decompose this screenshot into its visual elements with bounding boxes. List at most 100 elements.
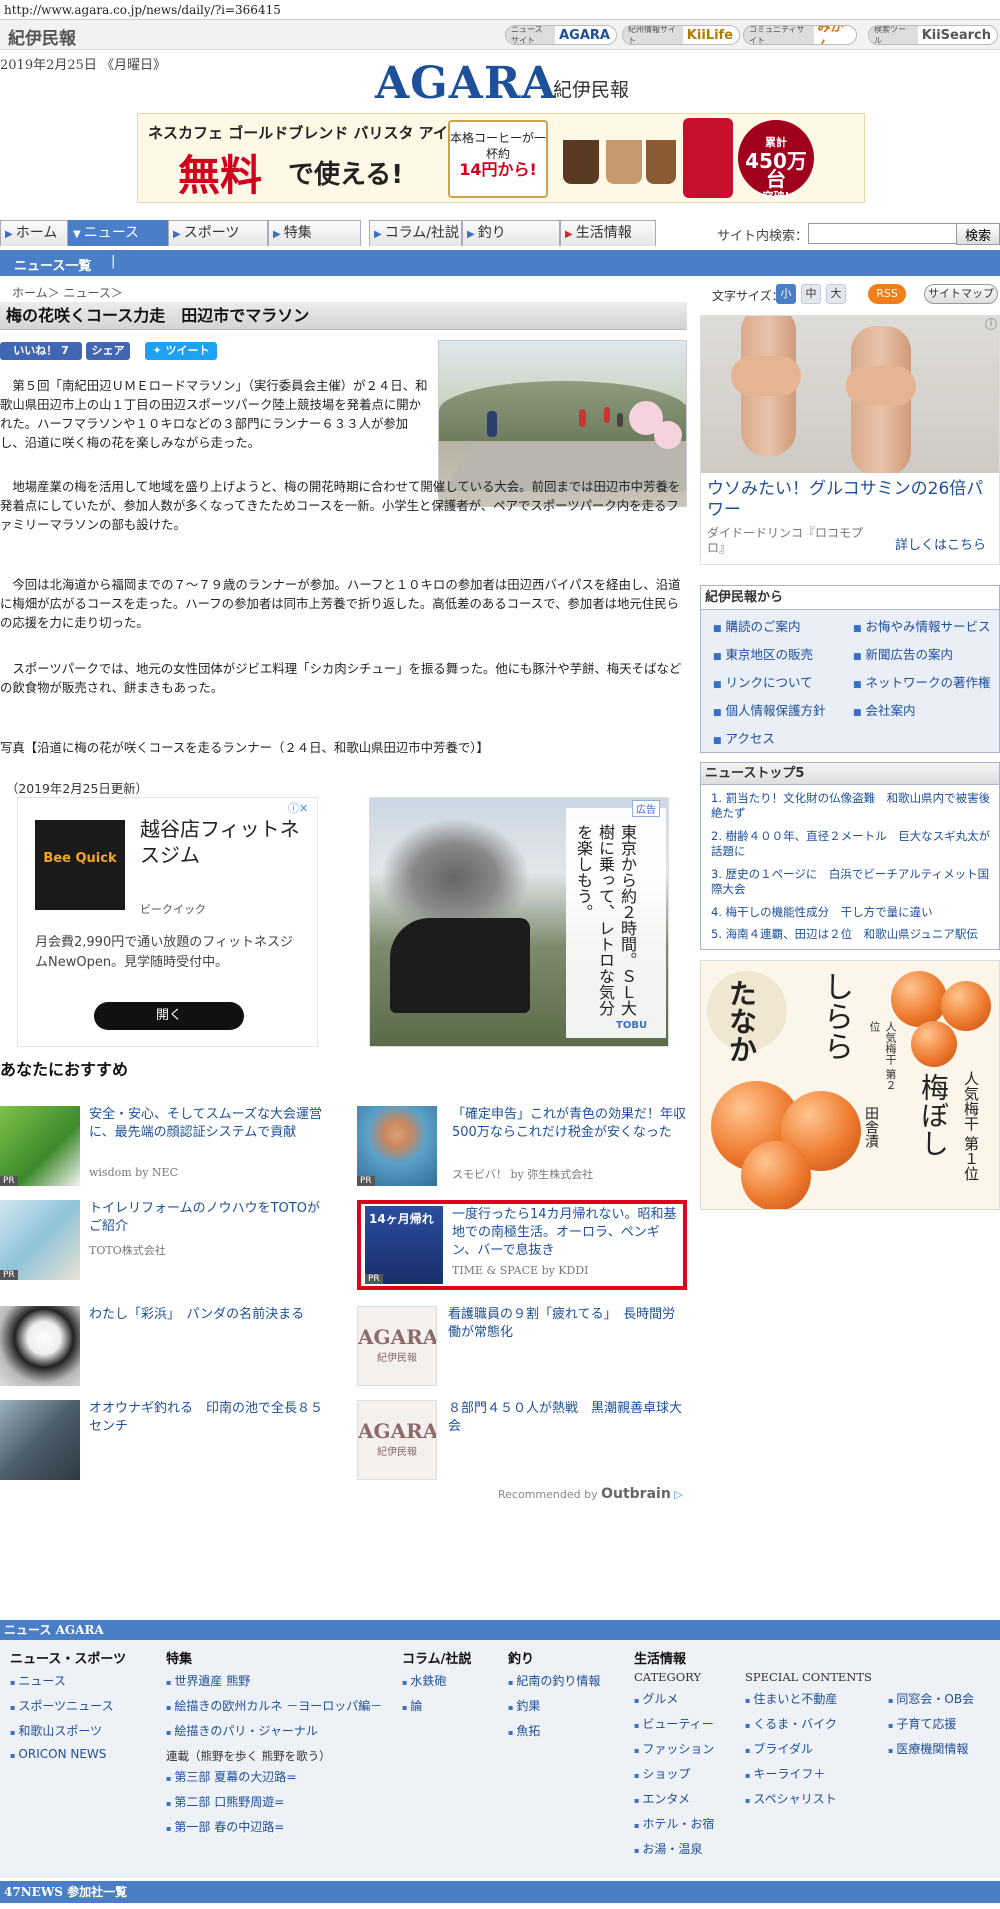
footer-link[interactable]: ▪ 住まいと不動産 [745,1690,837,1707]
top5-item[interactable]: 5. 海南４連覇、田辺は２位 和歌山県ジュニア駅伝 [711,927,991,942]
footer-link[interactable]: ▪ エンタメ [634,1790,690,1807]
kii-link[interactable]: ■ アクセス [713,728,775,747]
kii-link[interactable]: ■ ネットワークの著作権 [853,672,991,691]
rec-title[interactable]: トイレリフォームのノウハウをTOTOがご紹介 [89,1200,329,1236]
rec-thumb[interactable] [0,1306,80,1386]
ad-train-tag[interactable]: 広告 [632,800,660,817]
footer-link[interactable]: ▪ ファッション [634,1740,714,1757]
footer-link[interactable]: ▪ 和歌山スポーツ [10,1722,102,1739]
footer-link[interactable]: ▪ スポーツニュース [10,1697,114,1714]
rec-title[interactable]: 「確定申告」これが青色の効果だ！年収500万ならこれだけ税金が安くなった [452,1106,692,1142]
rec-thumb[interactable] [0,1400,80,1480]
rec-thumb[interactable]: AGARA 紀伊民報 [357,1306,437,1386]
site-link-kiilife[interactable]: 紀州情報サイト KiiLife [622,25,740,45]
ad-info-icon[interactable]: i [985,318,997,330]
footer-link[interactable]: ▪ キーライフ＋ [745,1765,825,1782]
ad-glucosamine-title[interactable]: ウソみたい！グルコサミンの26倍パワー [707,479,995,521]
ad-umeboshi[interactable]: たなか しらら 梅ぼし 人気梅干 第１位 田舎漬 人気梅干 第２位 [700,960,1000,1210]
top5-item[interactable]: 3. 歴史の１ページに 白浜でビーチアルティメット国際大会 [711,867,991,897]
facebook-like-button[interactable]: いいね！ 7 [0,342,82,360]
footer-bar-47news[interactable]: 47NEWS 参加社一覧 [0,1881,1000,1903]
rec-thumb[interactable]: PR [0,1106,80,1186]
top5-item[interactable]: 1. 罰当たり！文化財の仏像盗難 和歌山県内で被害後絶たず [711,791,991,821]
kii-link[interactable]: ■ リンクについて [713,672,813,691]
rec-thumb[interactable]: 14ヶ月帰れ PR [365,1206,443,1284]
sitemap-button[interactable]: サイトマップ [924,284,998,304]
fontsize-large-button[interactable]: 大 [826,284,846,304]
ad-glucosamine[interactable]: i ウソみたい！グルコサミンの26倍パワー ダイドードリンコ『ロコモプロ』 詳し… [700,315,1000,565]
footer-link[interactable]: ▪ お湯・温泉 [634,1840,702,1857]
site-search-button[interactable]: 検索 [956,223,1000,245]
breadcrumb[interactable]: ホーム＞ ニュース＞ [12,284,123,301]
footer-link[interactable]: ▪ 魚拓 [508,1722,540,1739]
tab-life[interactable]: ▶ 生活情報 [560,220,656,246]
rec-title[interactable]: ８部門４５０人が熱戦 黒潮親善卓球大会 [448,1400,688,1436]
fontsize-medium-button[interactable]: 中 [801,284,821,304]
brand-small-logo[interactable]: 紀伊民報 [8,24,76,49]
site-link-kiisearch[interactable]: 検索ツール KiiSearch [868,25,998,45]
top5-item[interactable]: 2. 樹齢４００年、直径２メートル 巨大なスギ丸太が話題に [711,829,991,859]
footer-link[interactable]: ▪ スペシャリスト [745,1790,837,1807]
address-bar[interactable]: http://www.agara.co.jp/news/daily/?i=366… [0,0,1000,20]
footer-link[interactable]: ▪ 第三部 夏幕の大辺路= [166,1768,296,1785]
rec-title[interactable]: 安全・安心、そしてスムーズな大会運営に、最先端の顔認証システムで貢献 [89,1106,329,1142]
rec-thumb[interactable]: PR [357,1106,437,1186]
rec-title[interactable]: わたし「彩浜」 パンダの名前決まる [89,1306,329,1324]
tab-column[interactable]: ▶ コラム/社説 [369,220,462,246]
kii-link[interactable]: ■ 新聞広告の案内 [853,644,953,663]
banner-ad[interactable]: ネスカフェ ゴールドブレンド バリスタ アイが 無料 で使える! 本格コーヒーが… [137,113,865,203]
site-link-name: AGARA [559,27,610,43]
footer-link[interactable]: ▪ くるま・バイク [745,1715,837,1732]
tab-feature[interactable]: ▶ 特集 [268,220,361,246]
footer-link[interactable]: ▪ 同窓会・OB会 [888,1690,974,1707]
adchoices-icon[interactable]: ⓘ✕ [288,800,308,816]
rec-title[interactable]: 看護職員の９割「疲れてる」 長時間労働が常態化 [448,1306,688,1342]
tab-home[interactable]: ▶ ホーム [0,220,68,246]
kii-link[interactable]: ■ 会社案内 [853,700,916,719]
facebook-share-button[interactable]: シェア [86,342,130,360]
footer-link[interactable]: ▪ 第二部 口熊野周遊= [166,1793,284,1810]
rec-title[interactable]: オオウナギ釣れる 印南の池で全長８５センチ [89,1400,329,1436]
rss-button[interactable]: RSS [868,284,906,304]
footer-link[interactable]: ▪ 論 [402,1697,422,1714]
footer-link[interactable]: ▪ 紀南の釣り情報 [508,1672,600,1689]
outbrain-credit[interactable]: Recommended by Outbrain ▷ [498,1486,683,1502]
footer-link[interactable]: ▪ ショップ [634,1765,690,1782]
tweet-button[interactable]: ✦ ツイート [145,342,217,360]
kii-link[interactable]: ■ お悔やみ情報サービス [853,616,991,635]
footer-link[interactable]: ▪ 子育て応援 [888,1715,956,1732]
footer-link[interactable]: ▪ 釣果 [508,1697,540,1714]
footer-link[interactable]: ▪ グルメ [634,1690,678,1707]
ad-glucosamine-more-link[interactable]: 詳しくはこちら [895,534,986,553]
kii-link[interactable]: ■ 購読のご案内 [713,616,801,635]
rec-thumb[interactable]: AGARA 紀伊民報 [357,1400,437,1480]
footer-link[interactable]: ▪ 絵描きのパリ・ジャーナル [166,1722,318,1739]
site-link-agara[interactable]: ニュースサイト AGARA [505,25,617,45]
footer-link[interactable]: ▪ 医療機関情報 [888,1740,968,1757]
ad-fitness-open-button[interactable]: 開く [94,1002,244,1030]
footer-link[interactable]: ▪ ニュース [10,1672,66,1689]
footer-link[interactable]: ▪ ビューティー [634,1715,714,1732]
kii-link[interactable]: ■ 東京地区の販売 [713,644,813,663]
rec-title[interactable]: 一度行ったら14カ月帰れない。昭和基地での南極生活。オーロラ、ペンギン、バーで息… [452,1206,682,1260]
ad-fitness[interactable]: ⓘ✕ Bee Quick 越谷店フィットネスジム ビークイック 月会費2,990… [17,797,318,1047]
footer-link[interactable]: ▪ ブライダル [745,1740,813,1757]
site-logo[interactable]: AGARA [375,58,557,109]
tab-news[interactable]: ▼ ニュース [68,220,168,246]
kii-link[interactable]: ■ 個人情報保護方針 [713,700,826,719]
footer-link[interactable]: ▪ ホテル・お宿 [634,1815,714,1832]
footer-link[interactable]: ▪ 第一部 春の中辺路= [166,1818,284,1835]
site-link-mikan[interactable]: コミュニティサイト みかん [743,25,857,45]
subnav-news-list[interactable]: ニュース一覧 [14,255,91,274]
ad-train[interactable]: 東京から約２時間。ＳＬ大樹に乗って、レトロな気分を楽しもう。 広告 TOBU [369,797,669,1047]
footer-link[interactable]: ▪ ORICON NEWS [10,1747,106,1761]
kii-link-label: アクセス [725,731,775,746]
footer-link[interactable]: ▪ 世界遺産 熊野 [166,1672,250,1689]
fontsize-small-button[interactable]: 小 [776,284,796,304]
footer-link[interactable]: ▪ 水鉄砲 [402,1672,446,1689]
rec-thumb[interactable]: PR [0,1200,80,1280]
footer-link[interactable]: ▪ 絵描きの欧州カルネ －ヨーロッパ編－ [166,1697,382,1714]
top5-item[interactable]: 4. 梅干しの機能性成分 干し方で量に違い [711,905,991,920]
tab-fishing[interactable]: ▶ 釣り [462,220,560,246]
tab-sports[interactable]: ▶ スポーツ [168,220,268,246]
